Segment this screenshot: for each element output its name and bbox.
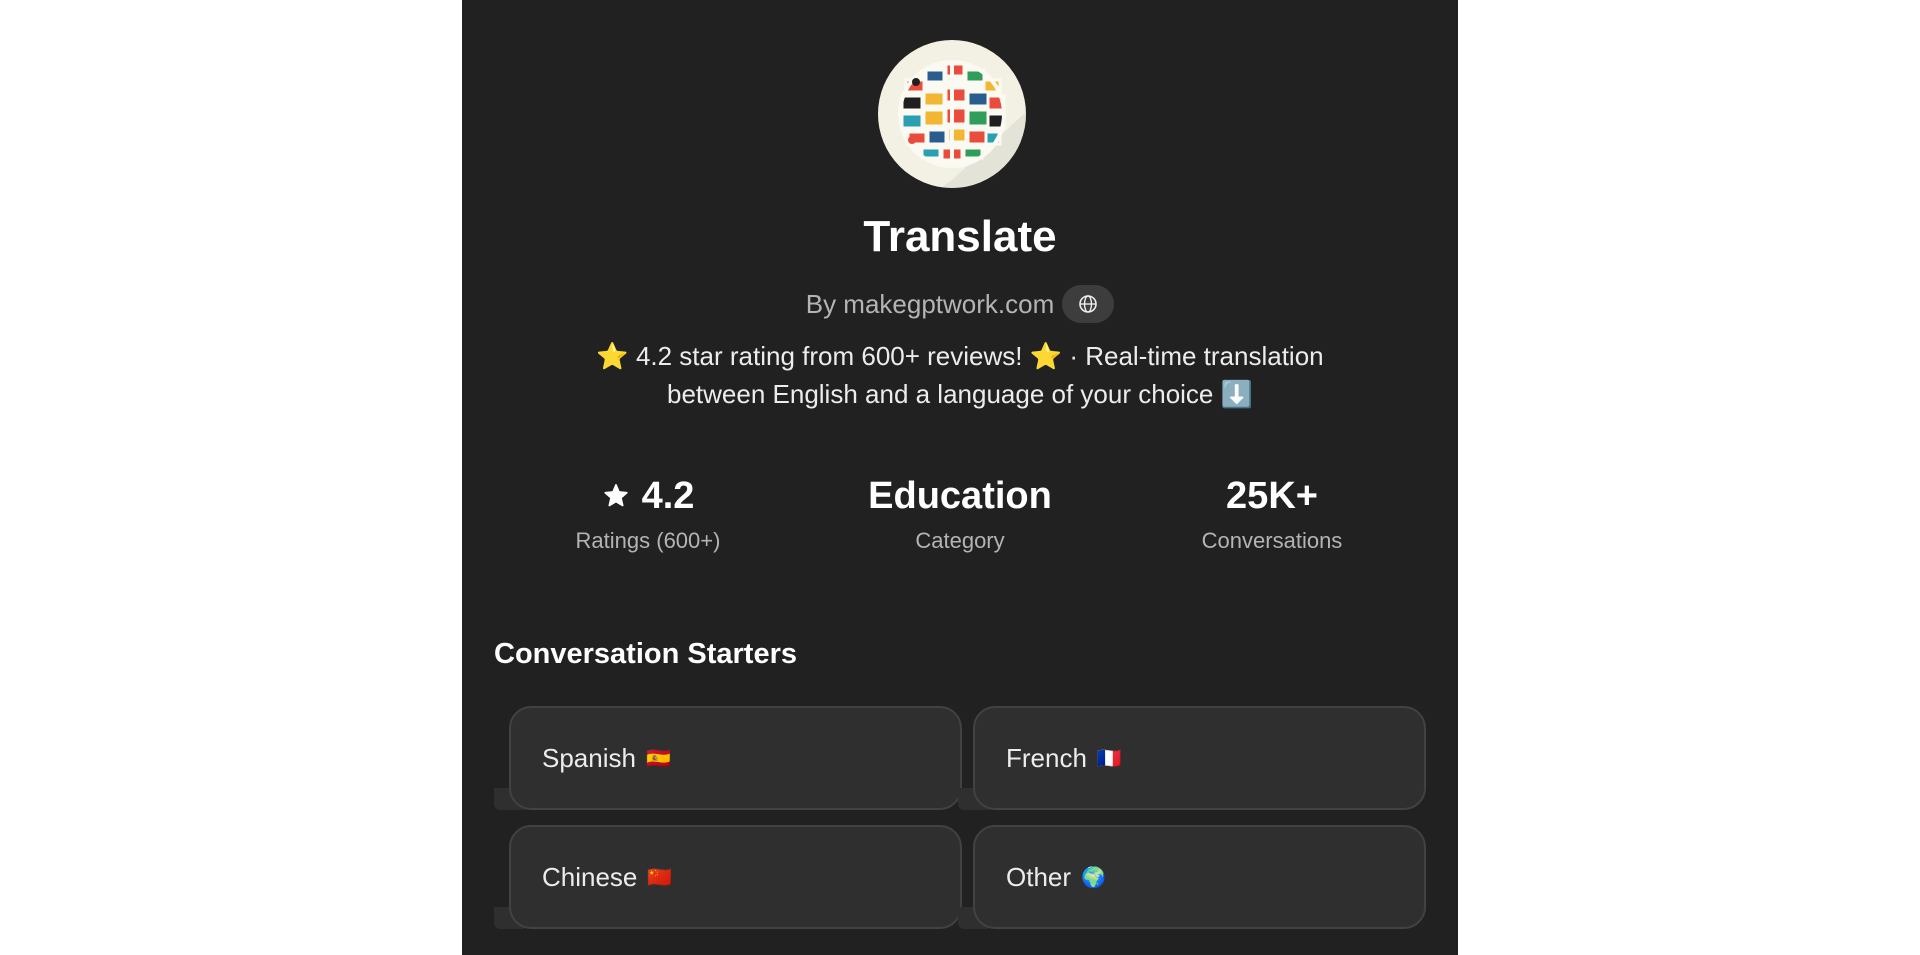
starter-card-spanish: Spanish 🇪🇸 [494,706,962,810]
author-byline: By makegptwork.com [462,285,1458,323]
starter-label: French [1006,742,1087,773]
gpt-avatar [878,40,1026,188]
stats-row: 4.2 Ratings (600+) Education Category 25… [492,470,1428,554]
conversations-value: 25K+ [1226,474,1318,517]
starter-card-other: Other 🌍 [958,825,1426,929]
starter-button-chinese[interactable]: Chinese 🇨🇳 [509,825,962,929]
stat-category: Education Category [804,470,1116,554]
author-name: By makegptwork.com [805,288,1055,319]
starter-label: Spanish [542,742,636,773]
starter-button-other[interactable]: Other 🌍 [973,825,1426,929]
gpt-profile-panel: Translate By makegptwork.com ⭐ 4.2 star … [462,0,1458,955]
rating-label: Ratings (600+) [575,528,721,553]
china-flag-icon: 🇨🇳 [647,866,673,889]
category-value: Education [868,474,1052,517]
earth-globe-icon: 🌍 [1081,866,1106,889]
globe-icon [1079,295,1098,313]
conversation-starters-heading: Conversation Starters [494,638,797,670]
starter-button-french[interactable]: French 🇫🇷 [973,706,1426,810]
star-icon [603,484,628,507]
gpt-title: Translate [863,212,1057,261]
france-flag-icon: 🇫🇷 [1096,747,1122,770]
stat-rating: 4.2 Ratings (600+) [492,470,804,554]
globe-flags-logo-icon [898,60,1026,188]
stat-conversations: 25K+ Conversations [1116,470,1428,554]
starter-card-french: French 🇫🇷 [958,706,1426,810]
conversations-label: Conversations [1201,528,1343,553]
starter-button-spanish[interactable]: Spanish 🇪🇸 [509,706,962,810]
starter-card-chinese: Chinese 🇨🇳 [494,825,962,929]
starter-label: Chinese [542,861,638,892]
gpt-description: ⭐ 4.2 star rating from 600+ reviews! ⭐ ·… [596,341,1324,409]
category-label: Category [915,528,1005,553]
spain-flag-icon: 🇪🇸 [645,747,671,770]
website-link-button[interactable] [1062,285,1115,323]
rating-value: 4.2 [641,474,695,517]
starter-label: Other [1006,861,1072,892]
